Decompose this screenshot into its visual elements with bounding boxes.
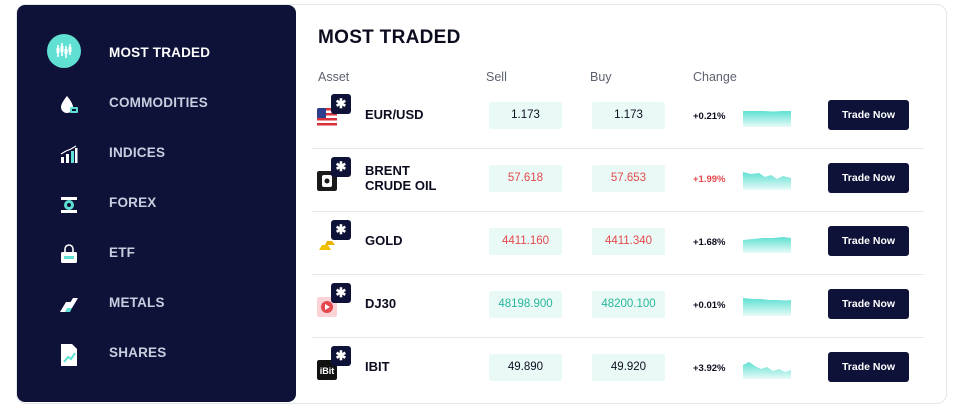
dj30-logo-icon: ✱ — [317, 283, 351, 317]
asset-badge-icon: ✱ — [331, 346, 351, 366]
asset-name: IBIT — [365, 359, 390, 374]
column-header-change: Change — [693, 70, 737, 84]
table-row: ✱ GOLD 4411.160 4411.340 +1.68% Trade No… — [312, 212, 924, 275]
asset-name: EUR/USD — [365, 107, 424, 122]
asset-badge-icon: ✱ — [331, 157, 351, 177]
sparkline-chart — [743, 111, 791, 127]
currency-exchange-icon — [53, 189, 85, 221]
table-row: iBit ✱ IBIT 49.890 49.920 +3.92% Trade N… — [312, 338, 924, 400]
sidebar-item-label: METALS — [109, 295, 165, 310]
trade-now-button[interactable]: Trade Now — [828, 352, 909, 382]
trade-now-button[interactable]: Trade Now — [828, 289, 909, 319]
sidebar-item-label: MOST TRADED — [109, 45, 211, 60]
buy-price[interactable]: 57.653 — [592, 165, 665, 192]
asset-name: BRENT CRUDE OIL — [365, 163, 437, 193]
sell-price[interactable]: 57.618 — [489, 165, 562, 192]
buy-price[interactable]: 1.173 — [592, 102, 665, 129]
bar-chart-icon — [53, 139, 85, 171]
page-title: MOST TRADED — [318, 27, 461, 48]
column-header-asset: Asset — [318, 70, 350, 84]
sidebar: MOST TRADED COMMODITIES INDICES FOREX ET… — [17, 5, 296, 402]
asset-badge-icon: ✱ — [331, 94, 351, 114]
sparkline-chart — [743, 298, 791, 316]
sparkline-chart — [743, 172, 791, 190]
sidebar-item-shares[interactable]: SHARES — [17, 333, 296, 377]
change-value: +0.01% — [693, 300, 726, 311]
sidebar-item-commodities[interactable]: COMMODITIES — [17, 83, 296, 127]
sparkline-chart — [743, 362, 791, 379]
sidebar-item-label: SHARES — [109, 345, 167, 360]
sell-price[interactable]: 48198.900 — [489, 291, 562, 318]
column-header-sell: Sell — [486, 70, 507, 84]
svg-text:iBit: iBit — [320, 366, 335, 376]
table-row: ✱ BRENT CRUDE OIL 57.618 57.653 +1.99% Tr… — [312, 149, 924, 212]
table-row: ✱ DJ30 48198.900 48200.100 +0.01% Trade … — [312, 275, 924, 338]
asset-badge-icon: ✱ — [331, 283, 351, 303]
sidebar-item-label: FOREX — [109, 195, 157, 210]
sidebar-item-etf[interactable]: ETF — [17, 233, 296, 277]
trade-now-button[interactable]: Trade Now — [828, 226, 909, 256]
gold-bars-icon: ✱ — [317, 220, 351, 254]
sell-price[interactable]: 4411.160 — [489, 228, 562, 255]
us-flag-icon: ✱ — [317, 94, 351, 128]
basket-icon — [53, 239, 85, 271]
sidebar-item-forex[interactable]: FOREX — [17, 183, 296, 227]
buy-price[interactable]: 48200.100 — [592, 291, 665, 318]
candlestick-chart-icon — [47, 34, 81, 68]
change-value: +0.21% — [693, 111, 726, 122]
sparkline-chart — [743, 237, 791, 253]
sidebar-item-label: COMMODITIES — [109, 95, 208, 110]
trade-now-button[interactable]: Trade Now — [828, 163, 909, 193]
sidebar-item-label: INDICES — [109, 145, 166, 160]
sell-price[interactable]: 1.173 — [489, 102, 562, 129]
share-document-icon — [53, 339, 85, 371]
asset-name: DJ30 — [365, 296, 397, 311]
column-header-buy: Buy — [590, 70, 612, 84]
oil-drop-icon — [53, 89, 85, 121]
change-value: +1.68% — [693, 237, 726, 248]
sidebar-item-metals[interactable]: METALS — [17, 283, 296, 327]
change-value: +1.99% — [693, 174, 726, 185]
ibit-logo-icon: iBit ✱ — [317, 346, 351, 380]
trade-now-button[interactable]: Trade Now — [828, 100, 909, 130]
asset-name: GOLD — [365, 233, 403, 248]
buy-price[interactable]: 4411.340 — [592, 228, 665, 255]
buy-price[interactable]: 49.920 — [592, 354, 665, 381]
asset-badge-icon: ✱ — [331, 220, 351, 240]
oil-barrel-icon: ✱ — [317, 157, 351, 191]
table-row: ✱ EUR/USD 1.173 1.173 +0.21% Trade Now — [312, 86, 924, 149]
metal-bars-icon — [53, 289, 85, 321]
change-value: +3.92% — [693, 363, 726, 374]
sidebar-item-label: ETF — [109, 245, 136, 260]
sidebar-item-most-traded[interactable]: MOST TRADED — [17, 33, 296, 77]
sell-price[interactable]: 49.890 — [489, 354, 562, 381]
sidebar-item-indices[interactable]: INDICES — [17, 133, 296, 177]
